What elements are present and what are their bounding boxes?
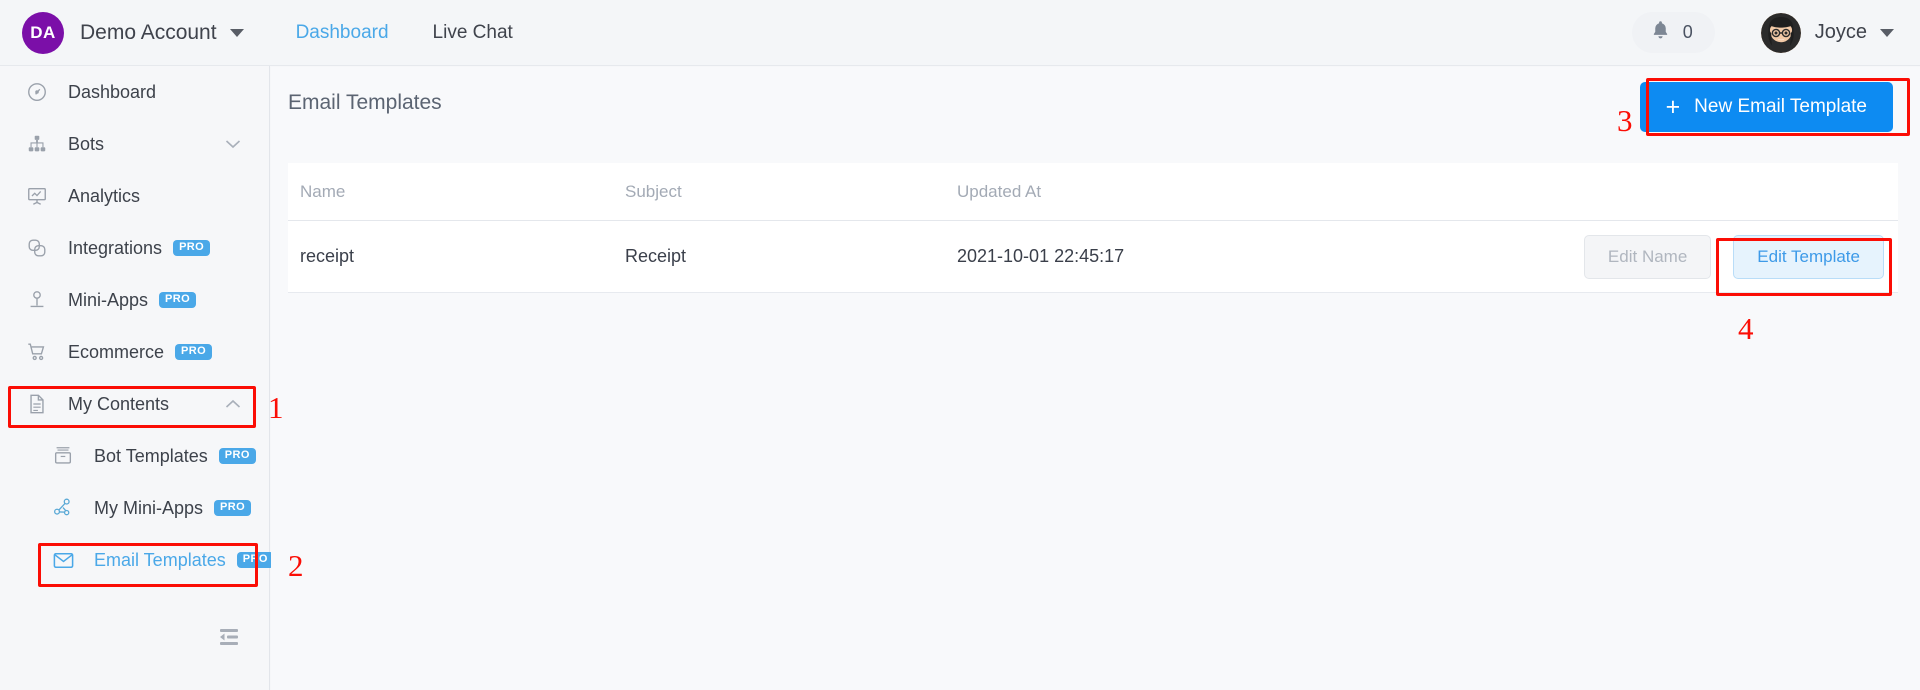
user-name: Joyce — [1814, 21, 1867, 43]
notifications-button[interactable]: 0 — [1631, 12, 1715, 53]
column-header-name: Name — [300, 181, 346, 201]
account-switcher[interactable]: DA Demo Account — [22, 11, 244, 54]
node-icon — [50, 495, 76, 521]
sidebar-item-my-contents[interactable]: My Contents — [0, 378, 269, 430]
sidebar-item-label: My Mini-Apps — [94, 497, 204, 518]
cell-actions: Edit Name Edit Template — [1577, 234, 1898, 279]
sidebar: Dashboard Bots Analytics Integrations PR… — [0, 66, 274, 690]
top-bar-right: 0 Joyce — [1631, 12, 1894, 53]
mini-apps-icon — [24, 287, 50, 313]
column-header-subject: Subject — [625, 181, 682, 201]
dashboard-icon — [24, 79, 50, 105]
edit-name-button[interactable]: Edit Name — [1583, 234, 1712, 279]
sidebar-item-label: Dashboard — [68, 81, 157, 102]
chevron-up-icon — [225, 397, 241, 411]
cell-updated-at: 2021-10-01 22:45:17 — [957, 246, 1125, 266]
avatar — [1760, 12, 1801, 53]
sidebar-item-label: Email Templates — [94, 549, 226, 570]
sidebar-item-bot-templates[interactable]: Bot Templates PRO — [0, 430, 269, 482]
new-email-template-label: New Email Template — [1694, 96, 1867, 117]
pro-badge: PRO — [173, 240, 211, 256]
sidebar-item-label: Mini-Apps — [68, 289, 149, 310]
sidebar-item-label: Ecommerce — [68, 341, 165, 362]
menu-fold-icon[interactable] — [212, 622, 246, 652]
integrations-icon — [24, 235, 50, 261]
email-templates-table: Name Subject Updated At receipt Receipt … — [288, 163, 1898, 293]
tab-dashboard[interactable]: Dashboard — [296, 22, 389, 44]
chevron-down-icon — [1880, 28, 1894, 37]
pro-badge: PRO — [218, 448, 256, 464]
sidebar-item-label: Bots — [68, 133, 105, 154]
user-menu[interactable]: Joyce — [1760, 12, 1894, 53]
new-email-template-button[interactable]: + New Email Template — [1639, 82, 1893, 132]
sidebar-item-mini-apps[interactable]: Mini-Apps PRO — [0, 274, 269, 326]
chevron-down-icon — [229, 28, 244, 37]
sidebar-item-ecommerce[interactable]: Ecommerce PRO — [0, 326, 269, 378]
table-row: receipt Receipt 2021-10-01 22:45:17 Edit… — [288, 221, 1898, 293]
sidebar-item-my-mini-apps[interactable]: My Mini-Apps PRO — [0, 482, 269, 534]
main-content: Email Templates + New Email Template Nam… — [271, 67, 1920, 690]
account-name: Demo Account — [80, 20, 217, 44]
sidebar-item-label: Integrations — [68, 237, 163, 258]
cell-subject: Receipt — [625, 246, 687, 266]
pro-badge: PRO — [236, 552, 274, 568]
pro-badge: PRO — [214, 500, 252, 516]
edit-template-button[interactable]: Edit Template — [1733, 234, 1884, 279]
page-title: Email Templates — [288, 91, 442, 114]
sidebar-item-label: Analytics — [68, 185, 141, 206]
sidebar-item-label: Bot Templates — [94, 445, 208, 466]
document-icon — [24, 391, 50, 417]
notification-count: 0 — [1682, 22, 1693, 42]
analytics-icon — [24, 183, 50, 209]
chevron-down-icon — [225, 137, 241, 151]
sidebar-item-bots[interactable]: Bots — [0, 118, 269, 170]
sidebar-item-integrations[interactable]: Integrations PRO — [0, 222, 269, 274]
sidebar-item-label: My Contents — [68, 393, 170, 414]
box-icon — [50, 443, 76, 469]
envelope-icon — [50, 547, 76, 573]
sitemap-icon — [24, 131, 50, 157]
top-bar: DA Demo Account Dashboard Live Chat 0 Jo… — [0, 0, 1920, 66]
plus-icon: + — [1665, 92, 1681, 121]
sidebar-item-analytics[interactable]: Analytics — [0, 170, 269, 222]
cart-icon — [24, 339, 50, 365]
table-header-row: Name Subject Updated At — [288, 163, 1898, 221]
account-avatar: DA — [22, 11, 64, 54]
tab-live-chat[interactable]: Live Chat — [433, 22, 513, 44]
column-header-updated-at: Updated At — [957, 181, 1042, 201]
pro-badge: PRO — [159, 292, 197, 308]
cell-name: receipt — [300, 246, 355, 266]
sidebar-item-email-templates[interactable]: Email Templates PRO — [0, 534, 274, 586]
top-navigation: Dashboard Live Chat — [296, 22, 557, 44]
pro-badge: PRO — [175, 344, 213, 360]
sidebar-item-dashboard[interactable]: Dashboard — [0, 66, 269, 118]
bell-icon — [1650, 19, 1671, 46]
